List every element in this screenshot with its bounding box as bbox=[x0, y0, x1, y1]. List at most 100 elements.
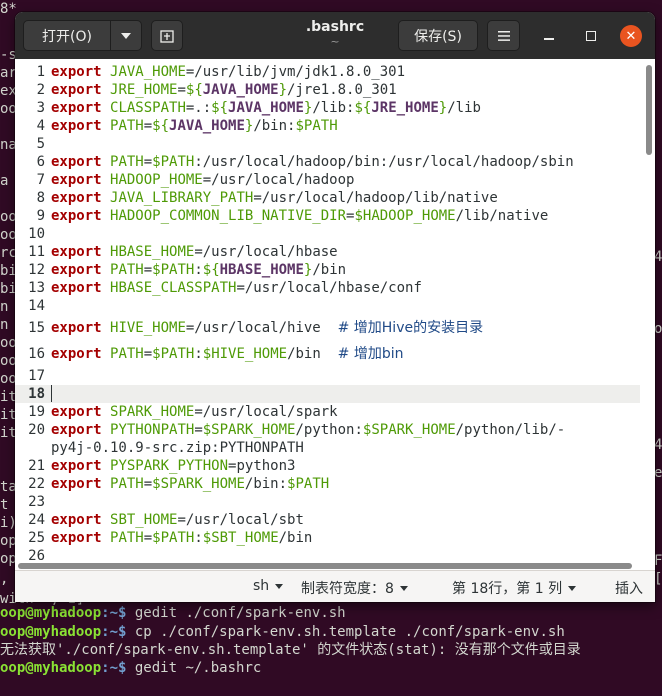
save-button[interactable]: 保存(S) bbox=[398, 20, 478, 51]
line-number: 20 bbox=[28, 422, 45, 438]
line-number: 9 bbox=[36, 208, 45, 224]
code-token: $PATH bbox=[295, 118, 338, 134]
code-line[interactable]: 13 export HBASE_CLASSPATH=/usr/local/hbas… bbox=[15, 279, 640, 297]
terminal-fragment: 4 bbox=[654, 437, 662, 453]
text-editor[interactable]: 1 export JAVA_HOME=/usr/lib/jvm/jdk1.8.0_… bbox=[15, 59, 655, 570]
minimize-button[interactable] bbox=[539, 26, 559, 46]
code-line[interactable]: 20 export PYTHONPATH=$SPARK_HOME/python:$… bbox=[15, 421, 640, 439]
code-token: ${ bbox=[202, 262, 220, 278]
code-line[interactable]: 8 export JAVA_LIBRARY_PATH=/usr/local/had… bbox=[15, 189, 640, 207]
code-token: PATH bbox=[110, 118, 144, 134]
code-line[interactable]: 6 export PATH=$PATH:/usr/local/hadoop/bin… bbox=[15, 153, 640, 171]
code-line[interactable]: 7 export HADOOP_HOME=/usr/local/hadoop bbox=[15, 171, 640, 189]
line-number: 2 bbox=[36, 82, 45, 98]
line-code: export PATH=$PATH:/usr/local/hadoop/bin:… bbox=[51, 153, 574, 171]
code-line[interactable]: 10 bbox=[15, 225, 640, 243]
code-token: =/usr/local/hadoop/lib/native bbox=[253, 190, 498, 206]
line-number: 4 bbox=[36, 118, 45, 134]
maximize-button[interactable] bbox=[581, 26, 601, 46]
code-line[interactable]: py4j-0.10.9-src.zip:PYTHONPATH bbox=[15, 439, 640, 457]
code-line[interactable]: 24 export SBT_HOME=/usr/local/sbt bbox=[15, 511, 640, 529]
new-tab-button[interactable] bbox=[151, 20, 183, 51]
code-token: /lib bbox=[447, 100, 481, 116]
code-token: py4j-0.10.9-src.zip:PYTHONPATH bbox=[51, 440, 304, 456]
code-token: /bin: bbox=[253, 118, 296, 134]
code-token: =/usr/local/hbase/conf bbox=[236, 280, 422, 296]
line-number: 12 bbox=[28, 262, 45, 278]
line-code: export SBT_HOME=/usr/local/sbt bbox=[51, 511, 304, 529]
code-line[interactable]: 15 export HIVE_HOME=/usr/local/hive # 增加H… bbox=[15, 315, 640, 341]
code-token: export bbox=[51, 244, 102, 260]
code-line[interactable]: 5 bbox=[15, 135, 640, 153]
code-token: ${ bbox=[152, 118, 170, 134]
code-token: $SPARK_HOME bbox=[202, 422, 296, 438]
code-token: :/usr/local/hadoop/bin:/usr/local/hadoop… bbox=[194, 154, 574, 170]
code-token: # 增加Hive的安装目录 bbox=[337, 320, 484, 336]
close-icon: ✕ bbox=[625, 28, 637, 44]
line-code: export PATH=$PATH:${HBASE_HOME}/bin bbox=[51, 261, 346, 279]
code-token: ${ bbox=[211, 100, 229, 116]
horizontal-scrollbar[interactable] bbox=[18, 563, 632, 569]
code-token: HBASE_CLASSPATH bbox=[110, 280, 237, 296]
code-token: export bbox=[51, 530, 102, 546]
line-number: 15 bbox=[28, 320, 45, 336]
chevron-down-icon bbox=[399, 585, 408, 591]
code-line[interactable]: 25 export PATH=$PATH:$SBT_HOME/bin bbox=[15, 529, 640, 547]
code-line[interactable]: 16 export PATH=$PATH:$HIVE_HOME/bin # 增加b… bbox=[15, 341, 640, 367]
vertical-scrollbar[interactable] bbox=[646, 65, 652, 155]
code-token: export bbox=[51, 476, 102, 492]
code-line[interactable]: 19 export SPARK_HOME=/usr/local/spark bbox=[15, 403, 640, 421]
code-line[interactable]: 11 export HBASE_HOME=/usr/local/hbase bbox=[15, 243, 640, 261]
terminal-error-line: 无法获取'./conf/spark-env.sh.template' 的文件状态… bbox=[0, 642, 581, 658]
line-code: export JAVA_HOME=/usr/lib/jvm/jdk1.8.0_3… bbox=[51, 63, 405, 81]
code-line[interactable]: 17 bbox=[15, 367, 640, 385]
code-line[interactable]: 1 export JAVA_HOME=/usr/lib/jvm/jdk1.8.0_… bbox=[15, 63, 640, 81]
code-token: export bbox=[51, 154, 102, 170]
code-line[interactable]: 9 export HADOOP_COMMON_LIB_NATIVE_DIR=$HA… bbox=[15, 207, 640, 225]
line-number: 7 bbox=[36, 172, 45, 188]
code-token: /lib: bbox=[312, 100, 355, 116]
code-token: export bbox=[51, 422, 102, 438]
line-number: 19 bbox=[28, 404, 45, 420]
code-token: $PATH bbox=[152, 262, 195, 278]
line-code: export HADOOP_HOME=/usr/local/hadoop bbox=[51, 171, 354, 189]
code-token: =/usr/local/hadoop bbox=[202, 172, 355, 188]
line-code: export HIVE_HOME=/usr/local/hive # 增加Hiv… bbox=[51, 315, 483, 341]
code-token: $HADOOP_HOME bbox=[354, 208, 456, 224]
code-line[interactable]: 12 export PATH=$PATH:${HBASE_HOME}/bin bbox=[15, 261, 640, 279]
code-line[interactable]: 23 bbox=[15, 493, 640, 511]
code-line[interactable]: 21 export PYSPARK_PYTHON=python3 bbox=[15, 457, 640, 475]
code-token: export bbox=[51, 404, 102, 420]
code-token: $PATH bbox=[152, 530, 195, 546]
code-line[interactable]: 4 export PATH=${JAVA_HOME}/bin:$PATH bbox=[15, 117, 640, 135]
code-line[interactable]: 14 bbox=[15, 297, 640, 315]
open-button[interactable]: 打开(O) bbox=[23, 20, 111, 51]
code-token: } bbox=[278, 82, 288, 98]
cursor-position[interactable]: 第 18行，第 1 列 bbox=[452, 578, 577, 598]
open-menu-button[interactable] bbox=[110, 20, 142, 51]
code-token: PATH bbox=[110, 346, 144, 362]
code-token: export bbox=[51, 458, 102, 474]
code-token: export bbox=[51, 82, 102, 98]
terminal-fragment: Fe bbox=[654, 553, 662, 569]
language-selector[interactable]: sh bbox=[253, 578, 284, 594]
code-token: PATH bbox=[110, 530, 144, 546]
tab-width-selector[interactable]: 制表符宽度：8 bbox=[301, 578, 408, 598]
terminal-line-3: oop@myhadoop:~$ gedit ~/.bashrc bbox=[0, 660, 262, 676]
tab-width-label: 制表符宽度：8 bbox=[301, 581, 394, 597]
code-line[interactable]: 18 bbox=[15, 385, 640, 403]
line-number: 3 bbox=[36, 100, 45, 116]
code-token: = bbox=[143, 154, 153, 170]
code-line[interactable]: 3 export CLASSPATH=.:${JAVA_HOME}/lib:${J… bbox=[15, 99, 640, 117]
close-button[interactable]: ✕ bbox=[620, 25, 642, 47]
hamburger-menu-button[interactable] bbox=[487, 20, 520, 51]
code-token: SPARK_HOME bbox=[110, 404, 195, 420]
code-line[interactable]: 2 export JRE_HOME=${JAVA_HOME}/jre1.8.0_3… bbox=[15, 81, 640, 99]
code-line[interactable]: 22 export PATH=$SPARK_HOME/bin:$PATH bbox=[15, 475, 640, 493]
line-number: 24 bbox=[28, 512, 45, 528]
line-number: 22 bbox=[28, 476, 45, 492]
